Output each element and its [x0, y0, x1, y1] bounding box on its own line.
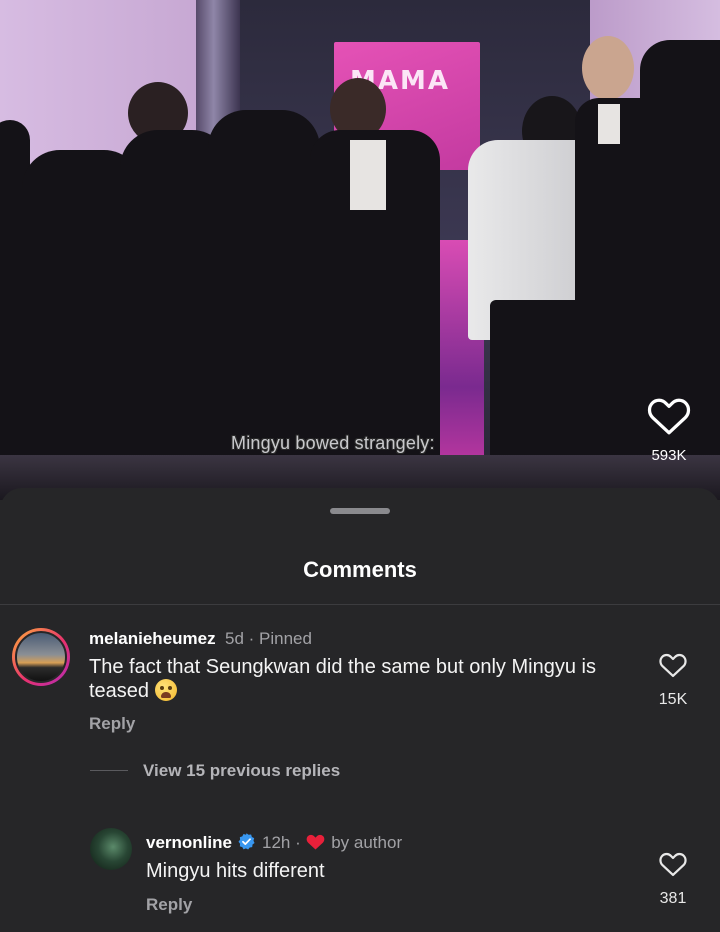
- video-player[interactable]: MAMA Mingyu bowed strangely: 593K: [0, 0, 720, 500]
- comment-meta: 12h · by author: [262, 833, 403, 852]
- liked-by-author-heart-icon: [307, 834, 325, 850]
- reply-button[interactable]: Reply: [89, 714, 135, 734]
- shirt: [598, 104, 620, 144]
- sheet-drag-handle[interactable]: [330, 508, 390, 514]
- comment-meta: 5d · Pinned: [225, 629, 312, 648]
- comment-text: The fact that Seungkwan did the same but…: [89, 655, 629, 703]
- avatar[interactable]: [90, 828, 132, 870]
- avatar[interactable]: [12, 628, 70, 686]
- heart-outline-icon[interactable]: [658, 850, 688, 877]
- crying-face-emoji-icon: [154, 679, 177, 701]
- comment-username-text[interactable]: vernonline: [146, 833, 232, 852]
- view-replies-button[interactable]: View 15 previous replies: [143, 761, 340, 781]
- heart-outline-icon[interactable]: [658, 651, 688, 678]
- comment-time: 12h: [262, 833, 291, 852]
- person-head: [582, 36, 634, 100]
- comment-text: Mingyu hits different: [146, 860, 325, 882]
- person-silhouette: [208, 110, 320, 470]
- video-caption: Mingyu bowed strangely:: [231, 433, 435, 453]
- comment-like-button[interactable]: 381: [643, 850, 703, 908]
- video-like-count: 593K: [651, 447, 687, 464]
- shirt: [350, 140, 386, 210]
- video-like-button[interactable]: 593K: [640, 394, 698, 464]
- comment-username[interactable]: vernonline: [146, 832, 256, 853]
- pinned-label: Pinned: [259, 629, 312, 648]
- liked-by-author-label: by author: [331, 833, 403, 852]
- comments-title: Comments: [303, 557, 417, 582]
- comment-like-count: 15K: [658, 691, 688, 708]
- comment-like-button[interactable]: 15K: [643, 651, 703, 709]
- comment-time: 5d: [225, 629, 244, 648]
- reply-button[interactable]: Reply: [146, 895, 192, 915]
- divider: [0, 604, 720, 605]
- verified-badge-icon: [238, 833, 255, 850]
- heart-outline-icon[interactable]: [646, 394, 692, 436]
- comment-username[interactable]: melanieheumez: [89, 629, 216, 649]
- replies-line: [90, 770, 128, 771]
- comment-like-count: 381: [659, 890, 687, 907]
